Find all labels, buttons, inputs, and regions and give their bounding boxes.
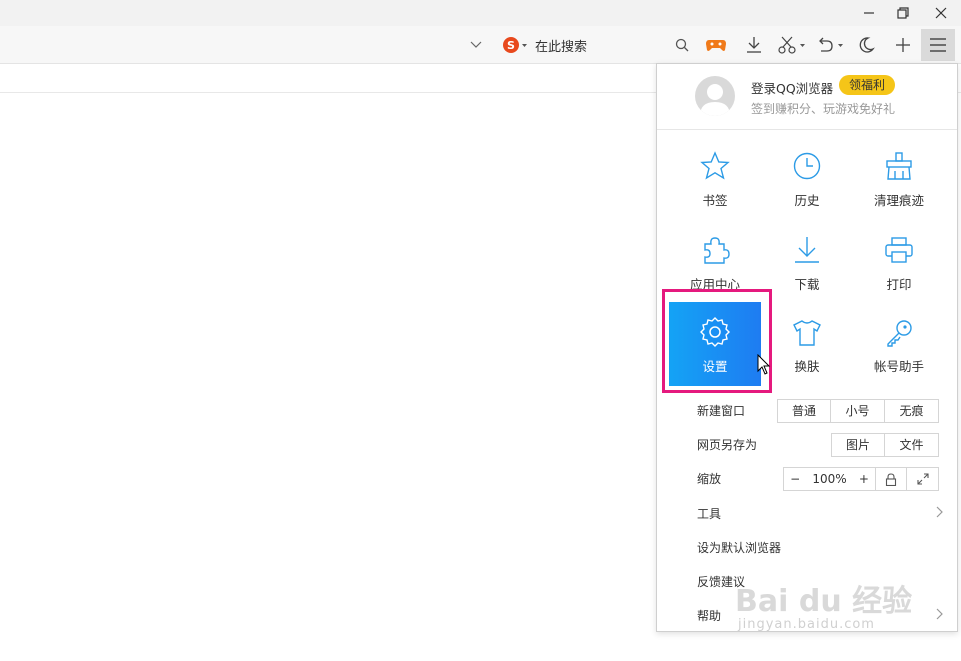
watermark-url: jingyan.baidu.com bbox=[738, 617, 875, 632]
chevron-down-icon bbox=[470, 41, 482, 48]
plus-icon bbox=[896, 38, 910, 52]
main-menu-button[interactable] bbox=[921, 29, 955, 61]
close-icon bbox=[935, 7, 947, 19]
chevron-right-icon bbox=[936, 608, 943, 620]
profile-section[interactable]: 登录QQ浏览器 领福利 签到赚积分、玩游戏免好礼 bbox=[657, 64, 957, 130]
undo-button[interactable] bbox=[814, 32, 846, 58]
zoom-value: 100% bbox=[812, 472, 847, 486]
user-avatar-icon bbox=[700, 84, 730, 116]
fullscreen-icon bbox=[916, 473, 929, 485]
search-engine-button[interactable]: S bbox=[500, 32, 530, 58]
watermark-logo: Bai du 经验 bbox=[735, 584, 913, 619]
clear-traces-item[interactable]: 清理痕迹 bbox=[853, 138, 945, 220]
screenshot-button[interactable] bbox=[776, 32, 808, 58]
zoom-row: 缩放 − 100% + bbox=[697, 467, 941, 491]
skin-item[interactable]: 换肤 bbox=[761, 302, 853, 384]
account-assistant-item[interactable]: 帐号助手 bbox=[853, 302, 945, 384]
history-item[interactable]: 历史 bbox=[761, 138, 853, 220]
fullscreen-button[interactable] bbox=[907, 468, 938, 490]
skin-label: 换肤 bbox=[794, 359, 820, 374]
profile-subtitle: 签到赚积分、玩游戏免好礼 bbox=[751, 102, 896, 116]
close-button[interactable] bbox=[924, 0, 958, 26]
undo-icon bbox=[819, 37, 843, 52]
download-icon bbox=[747, 37, 761, 53]
mouse-cursor-icon bbox=[757, 354, 771, 375]
new-window-options: 普通 小号 无痕 bbox=[777, 399, 939, 423]
history-label: 历史 bbox=[794, 193, 820, 208]
search-icon bbox=[675, 38, 689, 52]
print-item[interactable]: 打印 bbox=[853, 222, 945, 304]
set-default-browser-item[interactable]: 设为默认浏览器 bbox=[697, 536, 941, 558]
save-as-options: 图片 文件 bbox=[831, 433, 939, 457]
gamepad-icon bbox=[706, 40, 726, 51]
zoom-in-button[interactable]: + bbox=[859, 468, 869, 490]
key-icon bbox=[887, 320, 912, 347]
download-button[interactable] bbox=[740, 32, 768, 58]
tools-label: 工具 bbox=[697, 507, 722, 521]
printer-icon bbox=[885, 237, 913, 263]
login-link[interactable]: 登录QQ浏览器 bbox=[751, 78, 833, 97]
new-window-row: 新建窗口 普通 小号 无痕 bbox=[697, 399, 941, 423]
zoom-out-button[interactable]: − bbox=[790, 468, 800, 490]
perk-badge[interactable]: 领福利 bbox=[839, 75, 896, 95]
zoom-label: 缩放 bbox=[697, 472, 722, 486]
puzzle-icon bbox=[704, 237, 730, 264]
svg-text:S: S bbox=[507, 39, 515, 52]
save-as-row: 网页另存为 图片 文件 bbox=[697, 433, 941, 457]
minimize-button[interactable] bbox=[852, 0, 886, 26]
clear-traces-label: 清理痕迹 bbox=[873, 193, 924, 208]
scissors-icon bbox=[778, 36, 805, 54]
restore-button[interactable] bbox=[886, 0, 920, 26]
zoom-lock-button[interactable] bbox=[876, 468, 907, 490]
tools-menu-item[interactable]: 工具 bbox=[697, 502, 943, 524]
broom-icon bbox=[886, 152, 912, 180]
restore-icon bbox=[897, 7, 909, 19]
title-bar bbox=[0, 0, 961, 26]
download-icon bbox=[795, 237, 819, 263]
toolbar: S 在此搜索 bbox=[0, 26, 961, 64]
zoom-stepper: − 100% + bbox=[784, 468, 876, 490]
save-as-file-button[interactable]: 文件 bbox=[885, 434, 938, 456]
new-window-small-button[interactable]: 小号 bbox=[831, 400, 885, 422]
bookmarks-label: 书签 bbox=[702, 193, 728, 208]
star-icon bbox=[700, 151, 730, 180]
search-input[interactable]: 在此搜索 bbox=[535, 36, 587, 55]
night-mode-button[interactable] bbox=[852, 32, 880, 58]
new-window-private-button[interactable]: 无痕 bbox=[885, 400, 938, 422]
hamburger-menu-icon bbox=[930, 38, 946, 52]
downloads-label: 下载 bbox=[794, 277, 820, 292]
clock-icon bbox=[793, 152, 821, 180]
avatar[interactable] bbox=[695, 76, 735, 116]
game-button[interactable] bbox=[702, 32, 730, 58]
address-dropdown-button[interactable] bbox=[462, 32, 490, 58]
search-button[interactable] bbox=[668, 32, 696, 58]
chevron-right-icon bbox=[936, 506, 943, 518]
downloads-item[interactable]: 下载 bbox=[761, 222, 853, 304]
new-window-label: 新建窗口 bbox=[697, 404, 746, 418]
new-tab-button[interactable] bbox=[889, 32, 917, 58]
sogou-logo-icon: S bbox=[503, 37, 527, 53]
set-default-browser-label: 设为默认浏览器 bbox=[697, 541, 782, 555]
account-assistant-label: 帐号助手 bbox=[873, 359, 924, 374]
new-window-normal-button[interactable]: 普通 bbox=[778, 400, 831, 422]
save-as-image-button[interactable]: 图片 bbox=[832, 434, 885, 456]
shirt-icon bbox=[793, 320, 821, 346]
help-label: 帮助 bbox=[697, 609, 722, 623]
bookmarks-item[interactable]: 书签 bbox=[669, 138, 761, 220]
print-label: 打印 bbox=[886, 277, 912, 292]
minimize-icon bbox=[864, 12, 874, 14]
settings-highlight-frame bbox=[662, 289, 772, 393]
lock-icon bbox=[885, 472, 897, 486]
zoom-controls: − 100% + bbox=[783, 467, 939, 491]
moon-icon bbox=[859, 37, 875, 53]
save-as-label: 网页另存为 bbox=[697, 438, 758, 452]
